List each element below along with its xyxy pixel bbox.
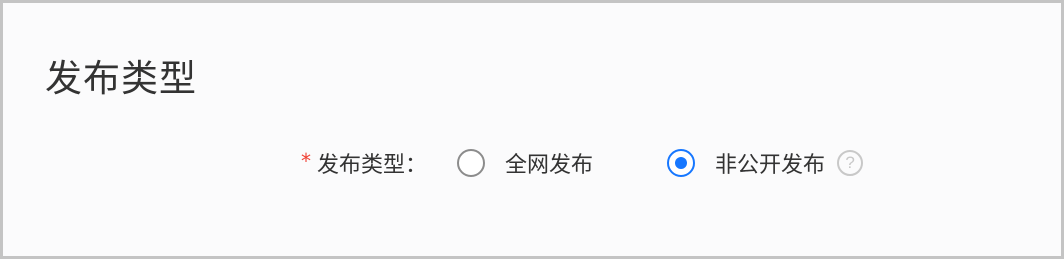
publish-type-panel: 发布类型 * 发布类型： 全网发布 非公开发布 ? — [0, 0, 1064, 259]
radio-option-public-label[interactable]: 全网发布 — [505, 147, 593, 179]
radio-button-unchecked[interactable] — [457, 149, 486, 177]
radio-option-private-label[interactable]: 非公开发布 — [715, 147, 825, 179]
section-title: 发布类型 — [45, 57, 197, 100]
publish-type-form-row: * 发布类型： 全网发布 非公开发布 ? — [301, 143, 864, 183]
radio-option-private[interactable]: 非公开发布 — [667, 147, 825, 179]
radio-option-public[interactable]: 全网发布 — [457, 147, 593, 179]
question-circle-icon[interactable]: ? — [837, 150, 864, 176]
publish-type-label: 发布类型： — [317, 153, 428, 178]
radio-button-checked[interactable] — [667, 149, 696, 177]
required-asterisk: * — [301, 149, 311, 173]
